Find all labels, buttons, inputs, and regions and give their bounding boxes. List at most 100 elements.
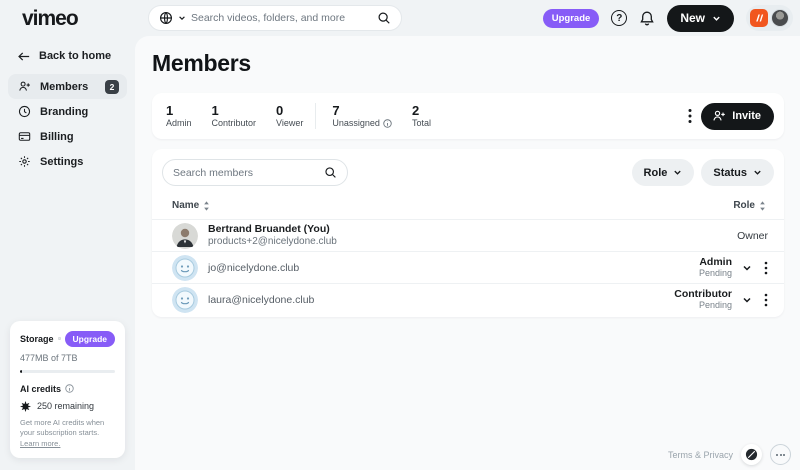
terms-privacy-link[interactable]: Terms & Privacy (668, 450, 733, 460)
search-icon (324, 166, 337, 179)
kebab-icon (764, 261, 768, 274)
vimeo-logo[interactable]: vimeo (22, 7, 79, 31)
messenger-button[interactable] (741, 444, 762, 465)
arrow-left-icon (18, 51, 30, 61)
sort-icon (760, 200, 765, 211)
sidebar-nav: Members 2 Branding Billing Settings (8, 74, 127, 174)
member-status: Pending (698, 300, 732, 311)
info-icon[interactable] (383, 119, 392, 128)
invite-button[interactable]: Invite (701, 102, 774, 130)
storage-upgrade-button[interactable]: Upgrade (64, 330, 115, 347)
member-avatar-placeholder (172, 286, 198, 313)
chevron-down-icon (743, 265, 751, 271)
members-count-badge: 2 (105, 79, 119, 94)
gear-icon (19, 156, 30, 167)
member-email: laura@nicelydone.club (208, 293, 315, 306)
member-row[interactable]: jo@nicelydone.club Admin Pending (152, 251, 784, 283)
member-role: Owner (737, 229, 768, 242)
role-dropdown-button[interactable] (740, 261, 754, 275)
help-button[interactable]: ? (611, 10, 628, 26)
credit-card-icon (18, 132, 31, 141)
invite-button-label: Invite (732, 110, 761, 122)
member-stats-card: 1 Admin 1 Contributor 0 Viewer 7 Unassig… (152, 93, 784, 139)
storage-card: Storage Upgrade 477MB of 7TB AI credits … (10, 320, 125, 458)
stats-divider (315, 103, 317, 129)
new-button[interactable]: New (667, 4, 734, 32)
sidebar-item-label: Branding (40, 105, 89, 118)
kebab-icon (688, 109, 692, 123)
member-role: Admin (699, 256, 732, 269)
page-title: Members (152, 50, 251, 76)
status-filter-label: Status (713, 166, 747, 179)
member-status: Pending (698, 268, 732, 279)
member-row[interactable]: Bertrand Bruandet (You) products+2@nicel… (152, 219, 784, 251)
learn-more-link[interactable]: Learn more. (20, 439, 60, 448)
search-icon (377, 11, 391, 25)
help-icon: ? (611, 10, 628, 26)
search-input[interactable] (191, 12, 372, 24)
sidebar-item-billing[interactable]: Billing (8, 124, 127, 149)
chevron-down-icon (754, 170, 761, 175)
storage-usage: 477MB of 7TB (20, 352, 78, 363)
kebab-icon (764, 293, 768, 306)
topbar: vimeo Upgrade ? New (0, 0, 800, 36)
storage-progress-bar (20, 369, 115, 373)
info-icon[interactable] (65, 384, 74, 393)
sidebar-item-label: Billing (40, 130, 74, 143)
row-overflow-menu-button[interactable] (762, 291, 770, 309)
member-add-icon (713, 110, 726, 121)
stat-total: 2 Total (411, 102, 431, 129)
column-header-name[interactable]: Name (172, 200, 210, 211)
info-icon[interactable] (57, 334, 61, 343)
workspace-switcher[interactable] (746, 5, 793, 31)
chevron-down-icon (743, 297, 751, 303)
messenger-icon (745, 448, 758, 461)
sidebar-item-members[interactable]: Members 2 (8, 74, 127, 99)
member-avatar-placeholder (172, 254, 198, 281)
member-search-input[interactable] (173, 166, 324, 179)
stat-admin: 1 Admin (166, 102, 192, 129)
sidebar-item-label: Members (40, 80, 89, 93)
main-content: Members 1 Admin 1 Contributor 0 Viewer 7… (135, 36, 800, 470)
ai-credits-note: Get more AI credits when your subscripti… (20, 417, 105, 448)
member-name: Bertrand Bruandet (You) (208, 222, 330, 235)
table-header: Name Role (152, 192, 784, 219)
bell-icon (640, 11, 655, 25)
global-search[interactable] (148, 5, 402, 31)
back-to-home-label: Back to home (39, 50, 112, 62)
footer: Terms & Privacy (668, 444, 791, 465)
row-overflow-menu-button[interactable] (762, 259, 770, 277)
status-filter-button[interactable]: Status (701, 159, 774, 186)
back-to-home-link[interactable]: Back to home (18, 50, 111, 62)
stat-viewer: 0 Viewer (276, 102, 304, 129)
stats-overflow-menu-button[interactable] (688, 108, 692, 124)
sidebar: Back to home Members 2 Branding Billing (0, 36, 135, 470)
role-filter-button[interactable]: Role (631, 159, 695, 186)
sidebar-item-settings[interactable]: Settings (8, 149, 127, 174)
workspace-icon (750, 9, 768, 27)
role-dropdown-button[interactable] (740, 293, 754, 307)
member-avatar-photo (172, 222, 198, 249)
stat-unassigned: 7 Unassigned (332, 103, 392, 128)
topbar-actions: Upgrade ? New (542, 3, 793, 33)
column-header-role[interactable]: Role (733, 200, 766, 211)
chevron-down-icon[interactable] (178, 14, 186, 22)
ai-credits-icon (20, 400, 31, 412)
globe-icon (159, 11, 173, 25)
upgrade-button[interactable]: Upgrade (542, 8, 600, 28)
member-email: jo@nicelydone.club (208, 261, 300, 274)
more-options-button[interactable] (770, 444, 791, 465)
branding-icon (18, 105, 31, 118)
chevron-down-icon (713, 16, 720, 21)
user-avatar (771, 9, 789, 27)
role-filter-label: Role (643, 166, 668, 179)
member-search[interactable] (162, 159, 348, 186)
ai-credits-title: AI credits (20, 383, 62, 394)
new-button-label: New (680, 11, 705, 25)
storage-title: Storage (20, 333, 54, 344)
members-table-card: Role Status Name Role (152, 149, 784, 317)
member-row[interactable]: laura@nicelydone.club Contributor Pendin… (152, 283, 784, 315)
notifications-button[interactable] (639, 10, 655, 27)
chevron-down-icon (674, 170, 682, 175)
sidebar-item-branding[interactable]: Branding (8, 99, 127, 124)
